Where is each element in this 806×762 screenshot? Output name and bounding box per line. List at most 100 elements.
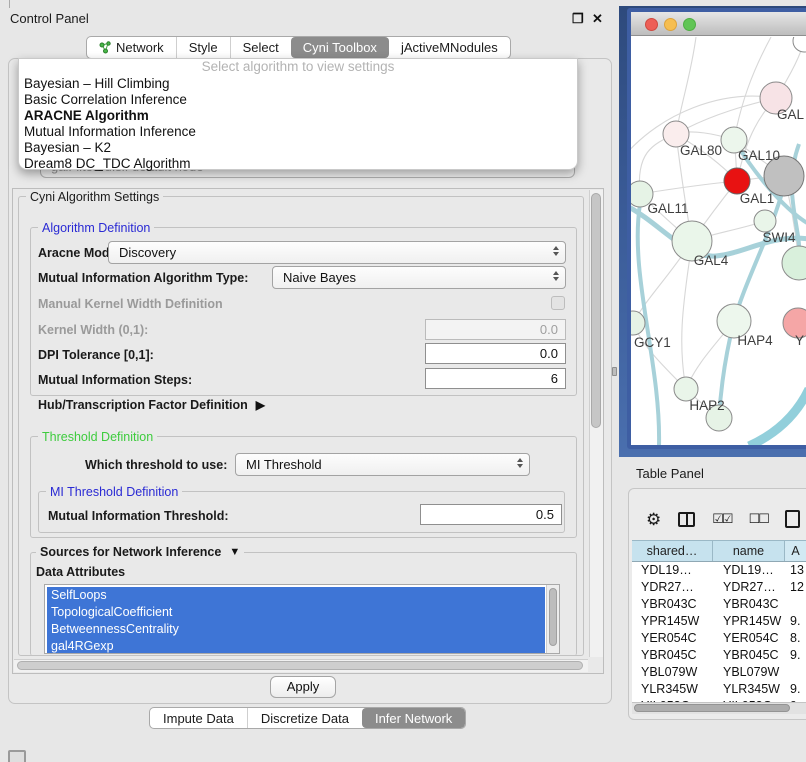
tab-discretize-data[interactable]: Discretize Data	[247, 708, 362, 728]
node-table: shared… name A YDL19…YDL19…13 YDR27…YDR2…	[632, 540, 806, 706]
table-panel-title: Table Panel	[636, 466, 704, 481]
network-graph: GAL GAL80 GAL10 GAL1 GAL11 SWI4 GAL4 GCY…	[631, 37, 806, 445]
minimize-window-icon[interactable]	[664, 18, 677, 31]
expander-right-icon: ▶	[256, 398, 265, 412]
data-attributes-label: Data Attributes	[36, 565, 125, 579]
splitter-handle[interactable]	[612, 367, 617, 376]
which-threshold-label: Which threshold to use:	[85, 458, 227, 472]
node-label: GAL4	[694, 253, 729, 268]
column-header-clipped[interactable]: A	[785, 541, 806, 561]
panel-title: Control Panel	[10, 11, 89, 26]
tab-select[interactable]: Select	[230, 37, 291, 58]
list-item[interactable]: TopologicalCoefficient	[47, 604, 545, 621]
node-gcy1[interactable]	[631, 311, 645, 335]
table-row[interactable]: YLR345WYLR345W9.	[632, 681, 806, 698]
table-row[interactable]: YDL19…YDL19…13	[632, 562, 806, 579]
screen: Control Panel ❐ ✕ Network Style Select C…	[0, 0, 806, 762]
table-row[interactable]: YBL079WYBL079W	[632, 664, 806, 681]
mi-threshold-label: Mutual Information Threshold:	[48, 509, 229, 523]
node-green-right[interactable]	[782, 246, 806, 280]
algorithm-option[interactable]: Bayesian – K2	[19, 140, 577, 156]
dpi-tolerance-label: DPI Tolerance [0,1]:	[38, 348, 154, 362]
close-window-icon[interactable]	[645, 18, 658, 31]
tab-jactivemnodules[interactable]: jActiveMNodules	[389, 37, 510, 58]
cyni-settings-group-title: Cyni Algorithm Settings	[26, 190, 163, 204]
node-swi4[interactable]	[754, 210, 776, 232]
algorithm-option[interactable]: Mutual Information Inference	[19, 124, 577, 140]
manual-kernel-label: Manual Kernel Width Definition	[38, 297, 223, 311]
tab-infer-network[interactable]: Infer Network	[362, 708, 465, 728]
zoom-window-icon[interactable]	[683, 18, 696, 31]
mi-threshold-field[interactable]: 0.5	[420, 504, 562, 525]
settings-hscrollbar-thumb[interactable]	[17, 661, 583, 670]
close-panel-icon[interactable]: ✕	[592, 11, 603, 27]
algorithm-option[interactable]: Dream8 DC_TDC Algorithm	[19, 156, 577, 172]
table-row[interactable]: YDR27…YDR27…12	[632, 579, 806, 596]
algorithm-dropdown-popup: Select algorithm to view settings Bayesi…	[18, 58, 578, 170]
kernel-width-field[interactable]: 0.0	[425, 319, 566, 340]
deselect-all-icon[interactable]: ☐☐	[749, 511, 768, 527]
node-label: GAL11	[647, 201, 688, 216]
network-icon	[99, 41, 112, 54]
algorithm-option-selected[interactable]: ARACNE Algorithm	[19, 108, 577, 124]
settings-vscrollbar-thumb[interactable]	[591, 193, 601, 428]
sources-collapse-header[interactable]: Sources for Network Inference ▼	[36, 545, 244, 559]
list-item[interactable]: BetweennessCentrality	[47, 621, 545, 638]
list-item[interactable]: SelfLoops	[47, 587, 545, 604]
window-edge-line	[9, 0, 10, 8]
network-node-labels: GAL GAL80 GAL10 GAL1 GAL11 SWI4 GAL4 GCY…	[634, 107, 805, 413]
columns-icon[interactable]	[678, 512, 695, 527]
column-header-name[interactable]: name	[713, 541, 785, 561]
node[interactable]	[793, 37, 806, 52]
which-threshold-combo[interactable]: MI Threshold	[235, 453, 530, 476]
show-panel-icon[interactable]	[8, 750, 26, 762]
table-hscrollbar-thumb[interactable]	[634, 704, 790, 712]
node-label: GAL80	[680, 143, 722, 158]
node-label: HAP2	[689, 398, 724, 413]
attributes-scrollbar-thumb[interactable]	[549, 588, 557, 646]
table-row[interactable]: YPR145WYPR145W9.	[632, 613, 806, 630]
column-header-shared[interactable]: shared…	[632, 541, 713, 561]
combo-stepper-icon	[553, 271, 559, 281]
node-label: GAL10	[738, 148, 780, 163]
bottom-tabs: Impute Data Discretize Data Infer Networ…	[149, 707, 466, 729]
manual-kernel-checkbox[interactable]	[551, 296, 565, 310]
node-label: HAP4	[737, 333, 773, 348]
gear-icon[interactable]: ⚙	[646, 511, 661, 528]
algorithm-option[interactable]: Bayesian – Hill Climbing	[19, 76, 577, 92]
control-panel-tabs: Network Style Select Cyni Toolbox jActiv…	[86, 36, 511, 59]
select-all-icon[interactable]: ☑☑	[712, 511, 731, 527]
threshold-definition-title: Threshold Definition	[38, 430, 157, 444]
attributes-scrollbar[interactable]	[546, 585, 559, 654]
aracne-mode-combo[interactable]: Discovery	[108, 241, 566, 264]
node-label: GAL	[777, 107, 805, 122]
dpi-tolerance-field[interactable]: 0.0	[425, 343, 566, 364]
list-item[interactable]: gal4RGexp	[47, 638, 545, 654]
tab-style[interactable]: Style	[176, 37, 230, 58]
hub-definition-expander[interactable]: Hub/Transcription Factor Definition ▶	[38, 398, 265, 412]
tab-network[interactable]: Network	[87, 37, 176, 58]
combo-stepper-icon	[517, 458, 523, 468]
algorithm-definition-title: Algorithm Definition	[38, 221, 154, 235]
network-canvas[interactable]: GAL GAL80 GAL10 GAL1 GAL11 SWI4 GAL4 GCY…	[631, 37, 806, 445]
mi-algorithm-type-combo[interactable]: Naive Bayes	[272, 266, 566, 289]
float-panel-icon[interactable]: ❐	[572, 11, 584, 27]
mi-steps-field[interactable]: 6	[425, 368, 566, 389]
table-row[interactable]: YBR043CYBR043C	[632, 596, 806, 613]
algorithm-option[interactable]: Basic Correlation Inference	[19, 92, 577, 108]
tab-cyni-toolbox[interactable]: Cyni Toolbox	[291, 37, 389, 58]
apply-button[interactable]: Apply	[270, 676, 336, 698]
table-row[interactable]: YBR045CYBR045C9.	[632, 647, 806, 664]
export-table-icon[interactable]	[785, 510, 800, 528]
mi-algorithm-type-label: Mutual Information Algorithm Type:	[38, 271, 248, 285]
algorithm-dropdown-placeholder: Select algorithm to view settings	[19, 59, 577, 76]
node-label: SWI4	[762, 230, 795, 245]
kernel-width-label: Kernel Width (0,1):	[38, 323, 148, 337]
network-window-titlebar[interactable]	[631, 12, 806, 36]
node-label: GCY1	[634, 335, 671, 350]
node-label: GAL1	[740, 191, 775, 206]
table-row[interactable]: YER054CYER054C8.	[632, 630, 806, 647]
tab-network-label: Network	[116, 40, 164, 55]
expander-down-icon: ▼	[229, 546, 240, 558]
tab-impute-data[interactable]: Impute Data	[150, 708, 247, 728]
